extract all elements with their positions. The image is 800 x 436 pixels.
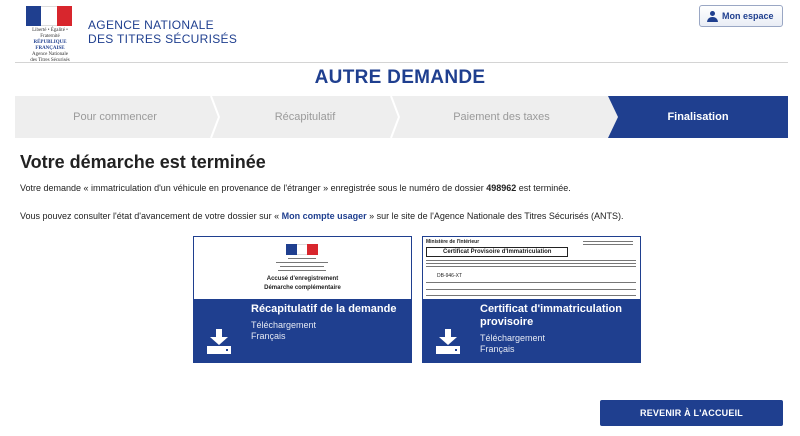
card-title: Certificat d'immatriculation provisoire [480, 303, 622, 328]
thumb-title-box: Certificat Provisoire d'Immatriculation [426, 247, 568, 257]
card-download-label: Téléchargement [480, 333, 546, 343]
account-message: Vous pouvez consulter l'état d'avancemen… [20, 211, 623, 221]
card-band: Certificat d'immatriculation provisoire … [423, 299, 640, 362]
progress-steps: Pour commencer Récapitulatif Paiement de… [15, 96, 788, 138]
card-subtitle: Téléchargement Français [480, 333, 545, 355]
thumb-line2: Démarche complémentaire [264, 285, 341, 291]
mon-espace-label: Mon espace [722, 11, 774, 21]
step-pour-commencer: Pour commencer [15, 96, 215, 138]
account-message-prefix: Vous pouvez consulter l'état d'avancemen… [20, 211, 282, 221]
thumb-line1: Accusé d'enregistrement [266, 276, 339, 282]
account-message-suffix: » sur le site de l'Agence Nationale des … [366, 211, 624, 221]
logo-agency-2: des Titres Sécurisés [30, 58, 70, 63]
agency-name-line1: AGENCE NATIONALE [88, 18, 214, 32]
step-label: Finalisation [667, 111, 729, 123]
logo-motto: Liberté • Égalité • Fraternité [32, 28, 68, 39]
header-divider [15, 62, 788, 63]
agency-name-line2: DES TITRES SÉCURISÉS [88, 32, 238, 46]
completion-message-suffix: est terminée. [516, 183, 571, 193]
marianne-flag-icon [26, 6, 72, 26]
agency-name: AGENCE NATIONALE DES TITRES SÉCURISÉS [88, 18, 237, 46]
mon-compte-usager-link[interactable]: Mon compte usager [282, 211, 367, 221]
step-label: Récapitulatif [274, 111, 336, 123]
card-download-label: Téléchargement [251, 320, 317, 330]
certificat-thumbnail: Ministère de l'Intérieur Certificat Prov… [423, 237, 640, 299]
logo-text: Liberté • Égalité • Fraternité RÉPUBLIQU… [22, 28, 78, 64]
logo-republic: RÉPUBLIQUE FRANÇAISE [33, 40, 67, 51]
completion-message: Votre demande « immatriculation d'un véh… [20, 183, 571, 193]
card-band: Récapitulatif de la demande Téléchargeme… [194, 299, 411, 362]
thumb-plate: DB-946-XT [437, 273, 463, 279]
revenir-accueil-button[interactable]: REVENIR À L'ACCUEIL [600, 400, 783, 426]
step-label: Pour commencer [73, 111, 157, 123]
download-icon [436, 329, 460, 355]
card-title: Récapitulatif de la demande [251, 303, 397, 315]
thumb-ministry: Ministère de l'Intérieur [426, 239, 480, 245]
thumb-title: Certificat Provisoire d'Immatriculation [443, 249, 552, 255]
dossier-number: 498962 [486, 183, 517, 193]
step-label: Paiement des taxes [453, 111, 550, 123]
certificat-download-card[interactable]: Ministère de l'Intérieur Certificat Prov… [422, 236, 641, 363]
card-language: Français [480, 344, 515, 354]
recapitulatif-thumbnail: Accusé d'enregistrement Démarche complém… [194, 237, 411, 299]
recapitulatif-download-card[interactable]: Accusé d'enregistrement Démarche complém… [193, 236, 412, 363]
card-subtitle: Téléchargement Français [251, 320, 316, 342]
card-language: Français [251, 331, 286, 341]
download-icon [207, 329, 231, 355]
step-finalisation: Finalisation [608, 96, 788, 138]
step-paiement-des-taxes: Paiement des taxes [395, 96, 608, 138]
mon-espace-button[interactable]: Mon espace [699, 5, 783, 27]
page-title: AUTRE DEMANDE [314, 67, 486, 88]
completion-heading: Votre démarche est terminée [20, 152, 266, 172]
ants-logo[interactable]: Liberté • Égalité • Fraternité RÉPUBLIQU… [22, 6, 74, 63]
completion-message-prefix: Votre demande « immatriculation d'un véh… [20, 183, 487, 193]
step-recapitulatif: Récapitulatif [215, 96, 395, 138]
user-icon [707, 10, 718, 22]
marianne-flag-icon [286, 244, 319, 255]
